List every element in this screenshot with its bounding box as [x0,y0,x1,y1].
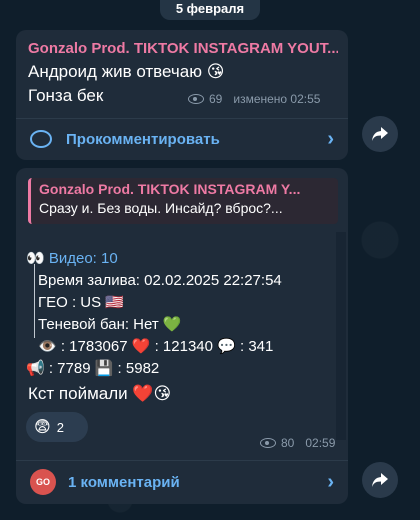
share-arrow-icon [372,473,388,487]
share-button[interactable] [362,116,398,152]
stat-line: Время залива: 02.02.2025 22:27:54 [38,272,282,289]
video-stats: 👀 Видео: 10 Время залива: 02.02.2025 22:… [26,248,338,377]
stat-line: 👁️ : 1783067 ❤️ : 121340 💬 : 341 [38,338,274,355]
views-count: 69 [209,92,223,106]
comments-count-label: 1 комментарий [68,473,180,491]
date-separator: 5 февраля [160,0,260,20]
reaction-emoji: 😨 [34,419,51,436]
reaction-chip[interactable]: 😨 2 [26,412,88,442]
post-meta: 69 изменено 02:55 [188,92,320,106]
tree-connector [34,264,35,338]
reply-quote[interactable]: Gonzalo Prod. TIKTOK INSTAGRAM Y... Сраз… [28,178,338,224]
stat-line: ГЕО : US 🇺🇸 [38,294,124,311]
comment-button[interactable]: Прокомментировать › [16,119,348,159]
comments-button[interactable]: GO 1 комментарий › [16,462,348,502]
channel-post-2[interactable]: Gonzalo Prod. TIKTOK INSTAGRAM Y... Сраз… [16,168,348,504]
post-author[interactable]: Gonzalo Prod. TIKTOK INSTAGRAM YOUT... [28,40,338,57]
divider [16,460,348,461]
post-timestamp: 02:59 [305,436,336,450]
views-icon [188,94,204,104]
stat-line-last: 📢 : 7789 💾 : 5982 [26,360,160,377]
post-text: Кст поймали ❤️😘 [28,384,172,403]
views-count: 80 [281,436,295,450]
views-icon [260,438,276,448]
chevron-right-icon: › [327,470,334,493]
comment-label: Прокомментировать [66,130,220,148]
commenter-avatar: GO [30,469,56,495]
comment-bubble-icon [30,130,52,148]
share-button[interactable] [362,462,398,498]
edited-timestamp: изменено 02:55 [233,92,321,106]
stats-header: 👀 Видео: 10 [26,250,118,267]
share-arrow-icon [372,127,388,141]
quote-text: Сразу и. Без воды. Инсайд? вброс?... [39,200,283,216]
quote-author: Gonzalo Prod. TIKTOK INSTAGRAM Y... [39,181,301,197]
chevron-right-icon: › [327,127,334,150]
stat-line: Теневой бан: Нет 💚 [38,316,182,333]
post-meta: 80 02:59 [260,436,335,450]
post-text-line: Андроид жив отвечаю 😘 [28,62,225,81]
channel-post-1[interactable]: Gonzalo Prod. TIKTOK INSTAGRAM YOUT... А… [16,30,348,160]
reaction-count: 2 [56,419,64,435]
